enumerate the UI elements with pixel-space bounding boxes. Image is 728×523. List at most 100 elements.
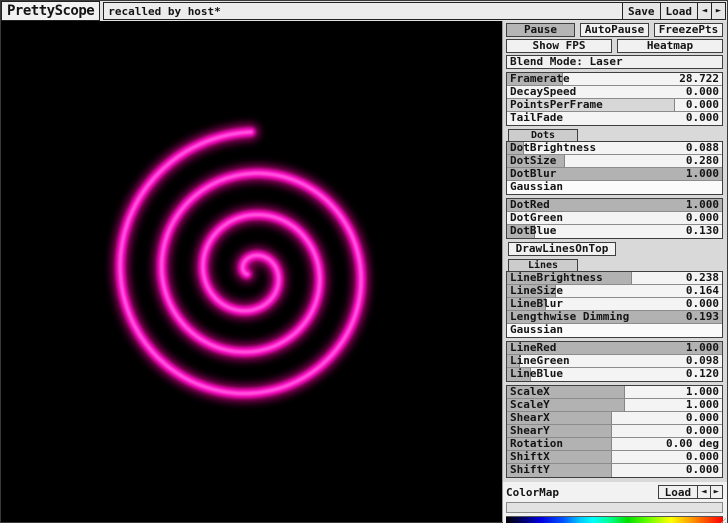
slider-dotred[interactable]: DotRed1.000 <box>507 199 722 212</box>
slider-group: DotBrightness0.088DotSize0.280DotBlur 1.0… <box>506 141 723 195</box>
select-gaussian[interactable]: Gaussian <box>507 324 722 337</box>
slider-value: 0.130 <box>686 225 719 237</box>
slider-value: 1.000 <box>686 342 719 354</box>
slider-value: 0.000 <box>686 425 719 437</box>
slider-label: ShearX <box>510 412 550 424</box>
slider-linebrightness[interactable]: LineBrightness0.238 <box>507 272 722 285</box>
slider-framerate[interactable]: Framerate 28.722 <box>507 73 722 86</box>
spiral-visual <box>1 21 502 522</box>
slider-shifty[interactable]: ShiftY 0.000 <box>507 464 722 477</box>
slider-value: 0.238 <box>686 272 719 284</box>
slider-scaley[interactable]: ScaleY 1.000 <box>507 399 722 412</box>
slider-label: ShiftY <box>510 464 550 476</box>
titlebar-strip: recalled by host* Save Load ◄ ► <box>103 2 726 20</box>
prettyscope-window: PrettyScope recalled by host* Save Load … <box>0 0 728 523</box>
titlebar: PrettyScope recalled by host* Save Load … <box>1 1 727 21</box>
slider-lineblue[interactable]: LineBlue 0.120 <box>507 368 722 381</box>
main-area: Pause AutoPause FreezePts Show FPS Heatm… <box>1 21 727 522</box>
slider-label: DecaySpeed <box>510 86 576 98</box>
slider-tailfade[interactable]: TailFade 0.000 <box>507 112 722 125</box>
heatmap-button[interactable]: Heatmap <box>617 39 723 53</box>
slider-label: LineRed <box>510 342 556 354</box>
slider-value: 0.000 <box>686 212 719 224</box>
colormap-prev-icon[interactable]: ◄ <box>698 485 710 499</box>
playback-button-row: Pause AutoPause FreezePts <box>506 23 723 37</box>
slider-linesize[interactable]: LineSize 0.164 <box>507 285 722 298</box>
colormap-section: ColorMap Load ◄ ► <box>503 482 727 523</box>
slider-label: LineSize <box>510 285 563 297</box>
slider-value: 0.000 <box>686 99 719 111</box>
slider-label: Framerate <box>510 73 570 85</box>
slider-label: Gaussian <box>510 181 563 193</box>
colormap-name-field[interactable] <box>506 502 723 513</box>
slider-shearx[interactable]: ShearX0.000 <box>507 412 722 425</box>
slider-label: DotBlue <box>510 225 556 237</box>
slider-group: ScaleX1.000ScaleY1.000ShearX0.000ShearY0… <box>506 385 723 478</box>
slider-label: LineBlur <box>510 298 563 310</box>
slider-decayspeed[interactable]: DecaySpeed0.000 <box>507 86 722 99</box>
slider-value: 0.000 <box>686 464 719 476</box>
drawlinesontop-button[interactable]: DrawLinesOnTop <box>508 242 616 256</box>
tab-lines[interactable]: Lines <box>508 259 578 271</box>
slider-value: 0.000 <box>686 298 719 310</box>
slider-value: 0.00 deg <box>666 438 719 450</box>
scope-canvas[interactable] <box>1 21 502 522</box>
colormap-load-button[interactable]: Load <box>658 485 699 499</box>
slider-dotblue[interactable]: DotBlue 0.130 <box>507 225 722 238</box>
slider-dotbrightness[interactable]: DotBrightness0.088 <box>507 142 722 155</box>
slider-dotsize[interactable]: DotSize0.280 <box>507 155 722 168</box>
slider-dotgreen[interactable]: DotGreen 0.000 <box>507 212 722 225</box>
slider-label: ScaleX <box>510 386 550 398</box>
colormap-next-icon[interactable]: ► <box>711 485 723 499</box>
prev-preset-icon[interactable]: ◄ <box>697 3 711 19</box>
slider-value: 0.193 <box>686 311 719 323</box>
tab-dots[interactable]: Dots <box>508 129 578 141</box>
slider-value: 0.000 <box>686 451 719 463</box>
blend-mode-select[interactable]: Blend Mode: Laser <box>506 55 723 69</box>
colormap-label: ColorMap <box>506 485 559 499</box>
slider-group: LineRed 1.000 LineGreen 0.098 LineBlue 0.120 <box>506 341 723 382</box>
slider-value: 28.722 <box>679 73 719 85</box>
next-preset-icon[interactable]: ► <box>711 3 725 19</box>
slider-value: 0.088 <box>686 142 719 154</box>
slider-scalex[interactable]: ScaleX 1.000 <box>507 386 722 399</box>
slider-label: DotGreen <box>510 212 563 224</box>
slider-value: 1.000 <box>686 199 719 211</box>
select-gaussian[interactable]: Gaussian <box>507 181 722 194</box>
pause-button[interactable]: Pause <box>506 23 575 37</box>
slider-label: ScaleY <box>510 399 550 411</box>
slider-value: 1.000 <box>686 386 719 398</box>
slider-lengthwise-dimming[interactable]: Lengthwise Dimming 0.193 <box>507 311 722 324</box>
slider-lineblur[interactable]: LineBlur 0.000 <box>507 298 722 311</box>
slider-label: LineBlue <box>510 368 563 380</box>
freezepts-button[interactable]: FreezePts <box>654 23 723 37</box>
slider-pointsperframe[interactable]: PointsPerFrame0.000 <box>507 99 722 112</box>
slider-dotblur[interactable]: DotBlur 1.000 <box>507 168 722 181</box>
slider-label: Lengthwise Dimming <box>510 311 629 323</box>
slider-value: 0.000 <box>686 112 719 124</box>
colormap-gradient[interactable] <box>506 516 723 523</box>
display-button-row: Show FPS Heatmap <box>506 39 723 53</box>
slider-value: 1.000 <box>686 399 719 411</box>
slider-label: TailFade <box>510 112 563 124</box>
session-name-field[interactable]: recalled by host* <box>104 3 622 19</box>
slider-value: 0.120 <box>686 368 719 380</box>
slider-linered[interactable]: LineRed 1.000 <box>507 342 722 355</box>
slider-group: Framerate28.722DecaySpeed0.000PointsPerF… <box>506 72 723 126</box>
slider-value: 1.000 <box>686 168 719 180</box>
load-button[interactable]: Load <box>660 3 698 19</box>
slider-label: LineGreen <box>510 355 570 367</box>
slider-shiftx[interactable]: ShiftX0.000 <box>507 451 722 464</box>
slider-value: 0.098 <box>686 355 719 367</box>
slider-rotation[interactable]: Rotation 0.00 deg <box>507 438 722 451</box>
slider-label: Rotation <box>510 438 563 450</box>
slider-value: 0.164 <box>686 285 719 297</box>
slider-group: LineBrightness0.238LineSize0.164LineBlur… <box>506 271 723 338</box>
save-button[interactable]: Save <box>622 3 660 19</box>
slider-label: DotBlur <box>510 168 556 180</box>
slider-linegreen[interactable]: LineGreen 0.098 <box>507 355 722 368</box>
slider-label: DotSize <box>510 155 556 167</box>
show-fps-button[interactable]: Show FPS <box>506 39 612 53</box>
autopause-button[interactable]: AutoPause <box>580 23 649 37</box>
slider-sheary[interactable]: ShearY0.000 <box>507 425 722 438</box>
